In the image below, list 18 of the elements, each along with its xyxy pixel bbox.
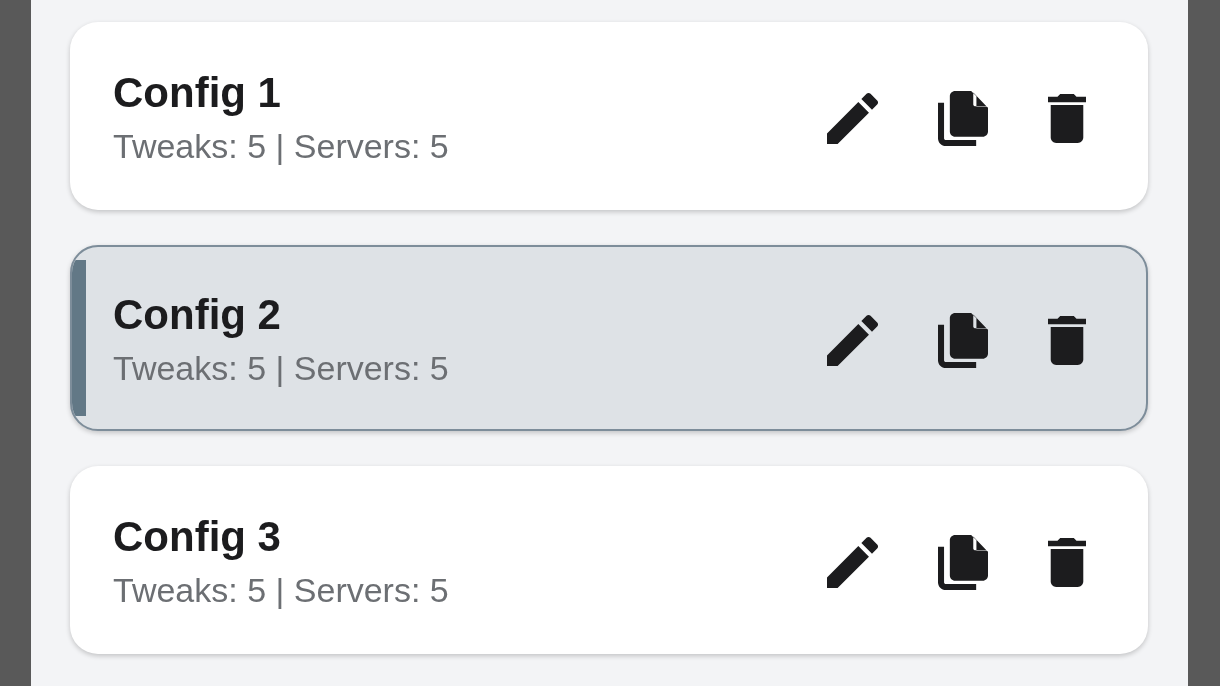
copy-icon bbox=[938, 90, 988, 146]
config-card[interactable]: Config 3 Tweaks: 5 | Servers: 5 bbox=[70, 466, 1148, 654]
config-name: Config 2 bbox=[113, 290, 281, 340]
pencil-icon bbox=[827, 314, 878, 366]
pencil-icon bbox=[827, 92, 878, 144]
copy-icon bbox=[938, 534, 988, 590]
config-name: Config 3 bbox=[113, 512, 281, 562]
config-details: Tweaks: 5 | Servers: 5 bbox=[113, 126, 449, 168]
config-details: Tweaks: 5 | Servers: 5 bbox=[113, 570, 449, 612]
config-card[interactable]: Config 1 Tweaks: 5 | Servers: 5 bbox=[70, 22, 1148, 210]
config-card[interactable]: Config 2 Tweaks: 5 | Servers: 5 bbox=[70, 245, 1148, 431]
config-details: Tweaks: 5 | Servers: 5 bbox=[113, 348, 449, 390]
copy-icon bbox=[938, 312, 988, 368]
trash-icon bbox=[1048, 537, 1086, 587]
config-name: Config 1 bbox=[113, 68, 281, 118]
trash-icon bbox=[1048, 93, 1086, 143]
trash-icon bbox=[1048, 315, 1086, 365]
pencil-icon bbox=[827, 536, 878, 588]
